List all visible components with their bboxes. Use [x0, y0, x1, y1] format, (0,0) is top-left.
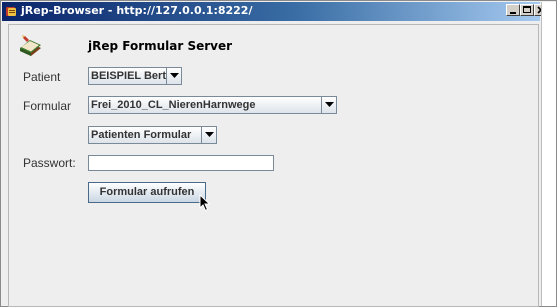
formular-value: Frei_2010_CL_NierenHarnwege	[91, 99, 256, 111]
formular-select[interactable]: Frei_2010_CL_NierenHarnwege	[88, 96, 337, 114]
server-title: jRep Formular Server	[88, 39, 233, 53]
book-icon	[20, 35, 41, 56]
minimize-icon	[510, 12, 516, 14]
patient-dropdown-button[interactable]	[166, 68, 181, 84]
chevron-down-icon	[205, 132, 214, 137]
maximize-button[interactable]	[520, 4, 534, 16]
patient-label: Patient	[23, 70, 61, 84]
java-app-icon	[6, 7, 16, 16]
password-label: Passwort:	[23, 156, 76, 170]
formular-label: Formular	[23, 99, 72, 113]
application-window: jRep-Browser - http://127.0.0.1:8222/ jR…	[0, 0, 557, 307]
title-bar[interactable]: jRep-Browser - http://127.0.0.1:8222/	[2, 2, 540, 21]
formular-dropdown-button[interactable]	[321, 97, 336, 113]
window-title: jRep-Browser - http://127.0.0.1:8222/	[21, 4, 253, 17]
side-panel	[541, 2, 556, 306]
maximize-icon	[523, 6, 531, 13]
patient-select[interactable]: BEISPIEL Berta	[88, 67, 182, 85]
formular-aufrufen-button[interactable]: Formular aufrufen	[88, 182, 206, 203]
form-type-select[interactable]: Patienten Formular	[88, 126, 217, 144]
patient-value: BEISPIEL Berta	[91, 70, 173, 82]
mouse-cursor-icon	[199, 194, 211, 212]
minimize-button[interactable]	[506, 4, 520, 16]
chevron-down-icon	[325, 102, 334, 107]
form-type-value: Patienten Formular	[91, 129, 192, 141]
chevron-down-icon	[170, 73, 179, 78]
password-input[interactable]	[88, 155, 274, 171]
form-type-dropdown-button[interactable]	[201, 127, 216, 143]
